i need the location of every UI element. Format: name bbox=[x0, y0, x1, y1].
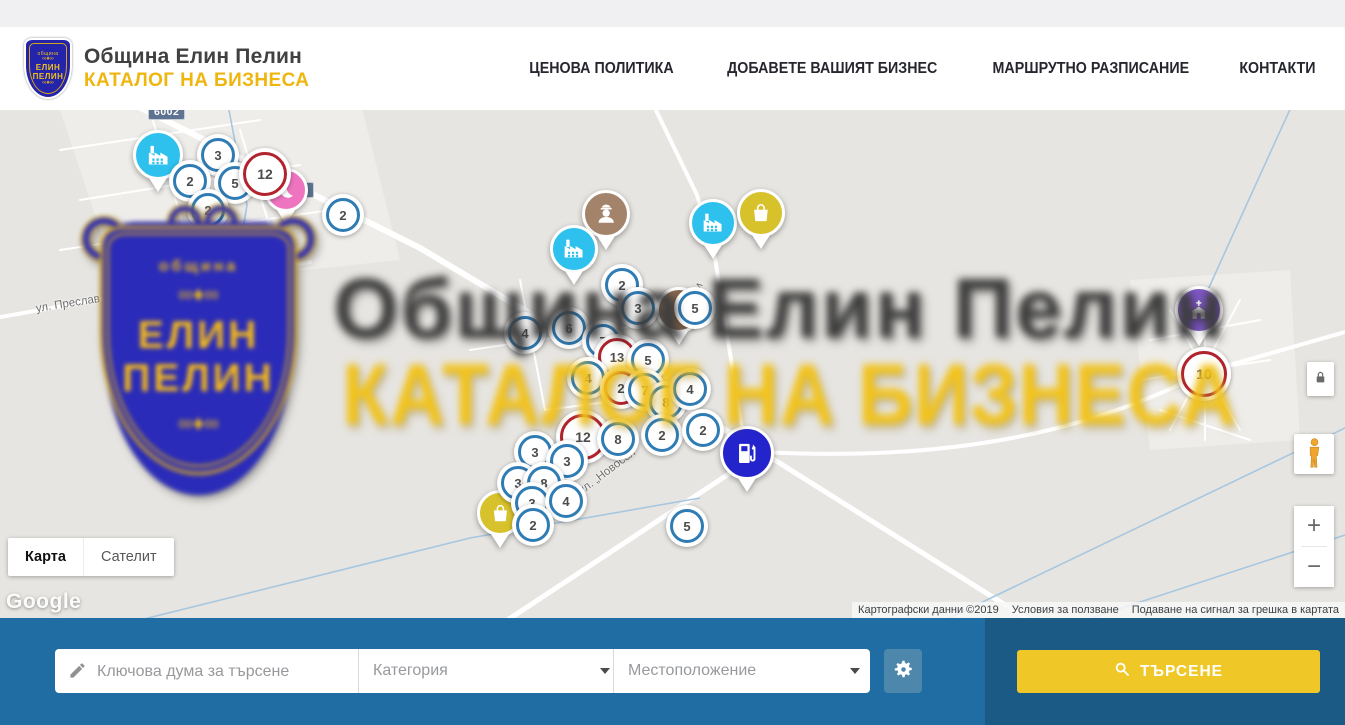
pin-tail bbox=[149, 178, 167, 192]
search-button-label: ТЪРСЕНЕ bbox=[1140, 663, 1223, 681]
factory-pin-marker[interactable] bbox=[689, 199, 737, 259]
field-divider bbox=[613, 649, 614, 693]
map-attribution: Картографски данни ©2019 Условия за полз… bbox=[852, 602, 1345, 618]
site-title: Община Елин Пелин bbox=[84, 45, 309, 69]
gear-icon bbox=[893, 659, 914, 683]
keyword-search-input[interactable] bbox=[95, 649, 354, 695]
pin-tail bbox=[738, 478, 756, 492]
nav-route-schedule[interactable]: МАРШРУТНО РАЗПИСАНИЕ bbox=[993, 60, 1190, 78]
header: община ∞♦∞ ЕЛИН ПЕЛИН ∞♦∞ Община Елин Пе… bbox=[0, 27, 1345, 111]
nav-price-policy[interactable]: ЦЕНОВА ПОЛИТИКА bbox=[529, 60, 673, 78]
nav-add-business[interactable]: ДОБАВЕТЕ ВАШИЯТ БИЗНЕС bbox=[727, 60, 937, 78]
bag-icon bbox=[737, 189, 785, 237]
lock-button[interactable] bbox=[1307, 362, 1334, 396]
search-panel: Категория Местоположение ТЪРСЕНЕ bbox=[0, 618, 1345, 725]
cluster-count: 3 bbox=[214, 148, 221, 163]
google-logo[interactable]: Google bbox=[6, 590, 81, 614]
page: община ∞♦∞ ЕЛИН ПЕЛИН ∞♦∞ Община Елин Пе… bbox=[0, 0, 1345, 725]
crest-name-line2: ПЕЛИН bbox=[122, 358, 275, 401]
zoom-out-button[interactable]: − bbox=[1294, 547, 1334, 587]
zoom-control: + − bbox=[1294, 506, 1334, 587]
cluster-marker[interactable]: 12 bbox=[239, 148, 291, 200]
crest-ornament: ∞♦∞ bbox=[178, 282, 219, 307]
cluster-count: 2 bbox=[529, 518, 536, 533]
location-select[interactable]: Местоположение bbox=[628, 649, 860, 693]
search-bar: Категория Местоположение bbox=[55, 649, 870, 693]
cluster-count: 3 bbox=[531, 445, 538, 460]
crest-name-line1: ЕЛИН bbox=[36, 63, 60, 72]
street-view-pegman-button[interactable] bbox=[1294, 434, 1334, 474]
pin-tail bbox=[491, 534, 509, 548]
municipality-crest-icon: община ∞♦∞ ЕЛИН ПЕЛИН ∞♦∞ bbox=[24, 38, 72, 99]
factory-icon bbox=[689, 199, 737, 247]
site-subtitle: КАТАЛОГ НА БИЗНЕСА bbox=[84, 70, 309, 92]
cluster-count: 3 bbox=[563, 454, 570, 469]
search-button[interactable]: ТЪРСЕНЕ bbox=[1017, 650, 1320, 693]
zoom-in-button[interactable]: + bbox=[1294, 506, 1334, 546]
nav-contacts[interactable]: КОНТАКТИ bbox=[1239, 60, 1315, 78]
cluster-marker[interactable]: 2 bbox=[322, 194, 364, 236]
terms-of-use-link[interactable]: Условия за ползване bbox=[1012, 604, 1119, 616]
crest-ornament: ∞♦∞ bbox=[178, 411, 219, 436]
crest-text: община ∞♦∞ ЕЛИН ПЕЛИН ∞♦∞ bbox=[26, 40, 70, 97]
watermark-subtitle: КАТАЛОГ НА БИЗНЕСА bbox=[342, 346, 1237, 445]
cluster-count: 5 bbox=[683, 519, 690, 534]
cluster-count: 4 bbox=[562, 494, 569, 509]
main-nav: ЦЕНОВА ПОЛИТИКА ДОБАВЕТЕ ВАШИЯТ БИЗНЕС М… bbox=[523, 60, 1319, 78]
chevron-down-icon bbox=[850, 668, 860, 674]
site-logo[interactable]: община ∞♦∞ ЕЛИН ПЕЛИН ∞♦∞ Община Елин Пе… bbox=[24, 38, 309, 99]
crest-ornament: ∞♦∞ bbox=[42, 81, 54, 86]
map-canvas[interactable]: 3251222235467135427842212833383425106002… bbox=[0, 110, 1345, 618]
crest-top-word: община bbox=[159, 258, 239, 276]
crest-name-line1: ЕЛИН bbox=[138, 315, 260, 358]
lock-icon bbox=[1314, 370, 1327, 388]
pin-tail bbox=[752, 235, 770, 249]
pegman-icon bbox=[1306, 438, 1323, 471]
road-number-badge: 6002 bbox=[148, 110, 185, 120]
report-map-error-link[interactable]: Подаване на сигнал за грешка в картата bbox=[1132, 604, 1339, 616]
bag-pin-marker[interactable] bbox=[737, 189, 785, 249]
search-icon bbox=[1114, 661, 1130, 682]
advanced-search-settings-button[interactable] bbox=[884, 649, 922, 693]
pencil-icon bbox=[68, 661, 87, 685]
top-strip bbox=[0, 0, 1345, 27]
cluster-count: 12 bbox=[257, 166, 273, 182]
cluster-count: 2 bbox=[339, 208, 346, 223]
map-type-map-button[interactable]: Карта bbox=[8, 538, 83, 576]
crest-text: община ∞♦∞ ЕЛИН ПЕЛИН ∞♦∞ bbox=[85, 210, 312, 497]
category-select-value: Категория bbox=[373, 662, 448, 680]
attribution-copyright: Картографски данни ©2019 bbox=[858, 604, 999, 616]
pin-tail bbox=[704, 245, 722, 259]
map-type-control: Карта Сателит bbox=[8, 538, 174, 576]
cluster-marker[interactable]: 5 bbox=[666, 505, 708, 547]
map-type-satellite-button[interactable]: Сателит bbox=[83, 538, 174, 576]
brand-text: Община Елин Пелин КАТАЛОГ НА БИЗНЕСА bbox=[84, 45, 309, 92]
cluster-marker[interactable]: 2 bbox=[512, 504, 554, 546]
location-select-value: Местоположение bbox=[628, 662, 756, 680]
category-select[interactable]: Категория bbox=[373, 649, 610, 693]
field-divider bbox=[358, 649, 359, 693]
chevron-down-icon bbox=[600, 668, 610, 674]
watermark-title: Община Елин Пелин bbox=[333, 260, 1225, 357]
pin-tail bbox=[597, 236, 615, 250]
watermark-crest: община ∞♦∞ ЕЛИН ПЕЛИН ∞♦∞ bbox=[85, 210, 312, 497]
cluster-count: 5 bbox=[231, 176, 238, 191]
cluster-count: 2 bbox=[186, 174, 193, 189]
